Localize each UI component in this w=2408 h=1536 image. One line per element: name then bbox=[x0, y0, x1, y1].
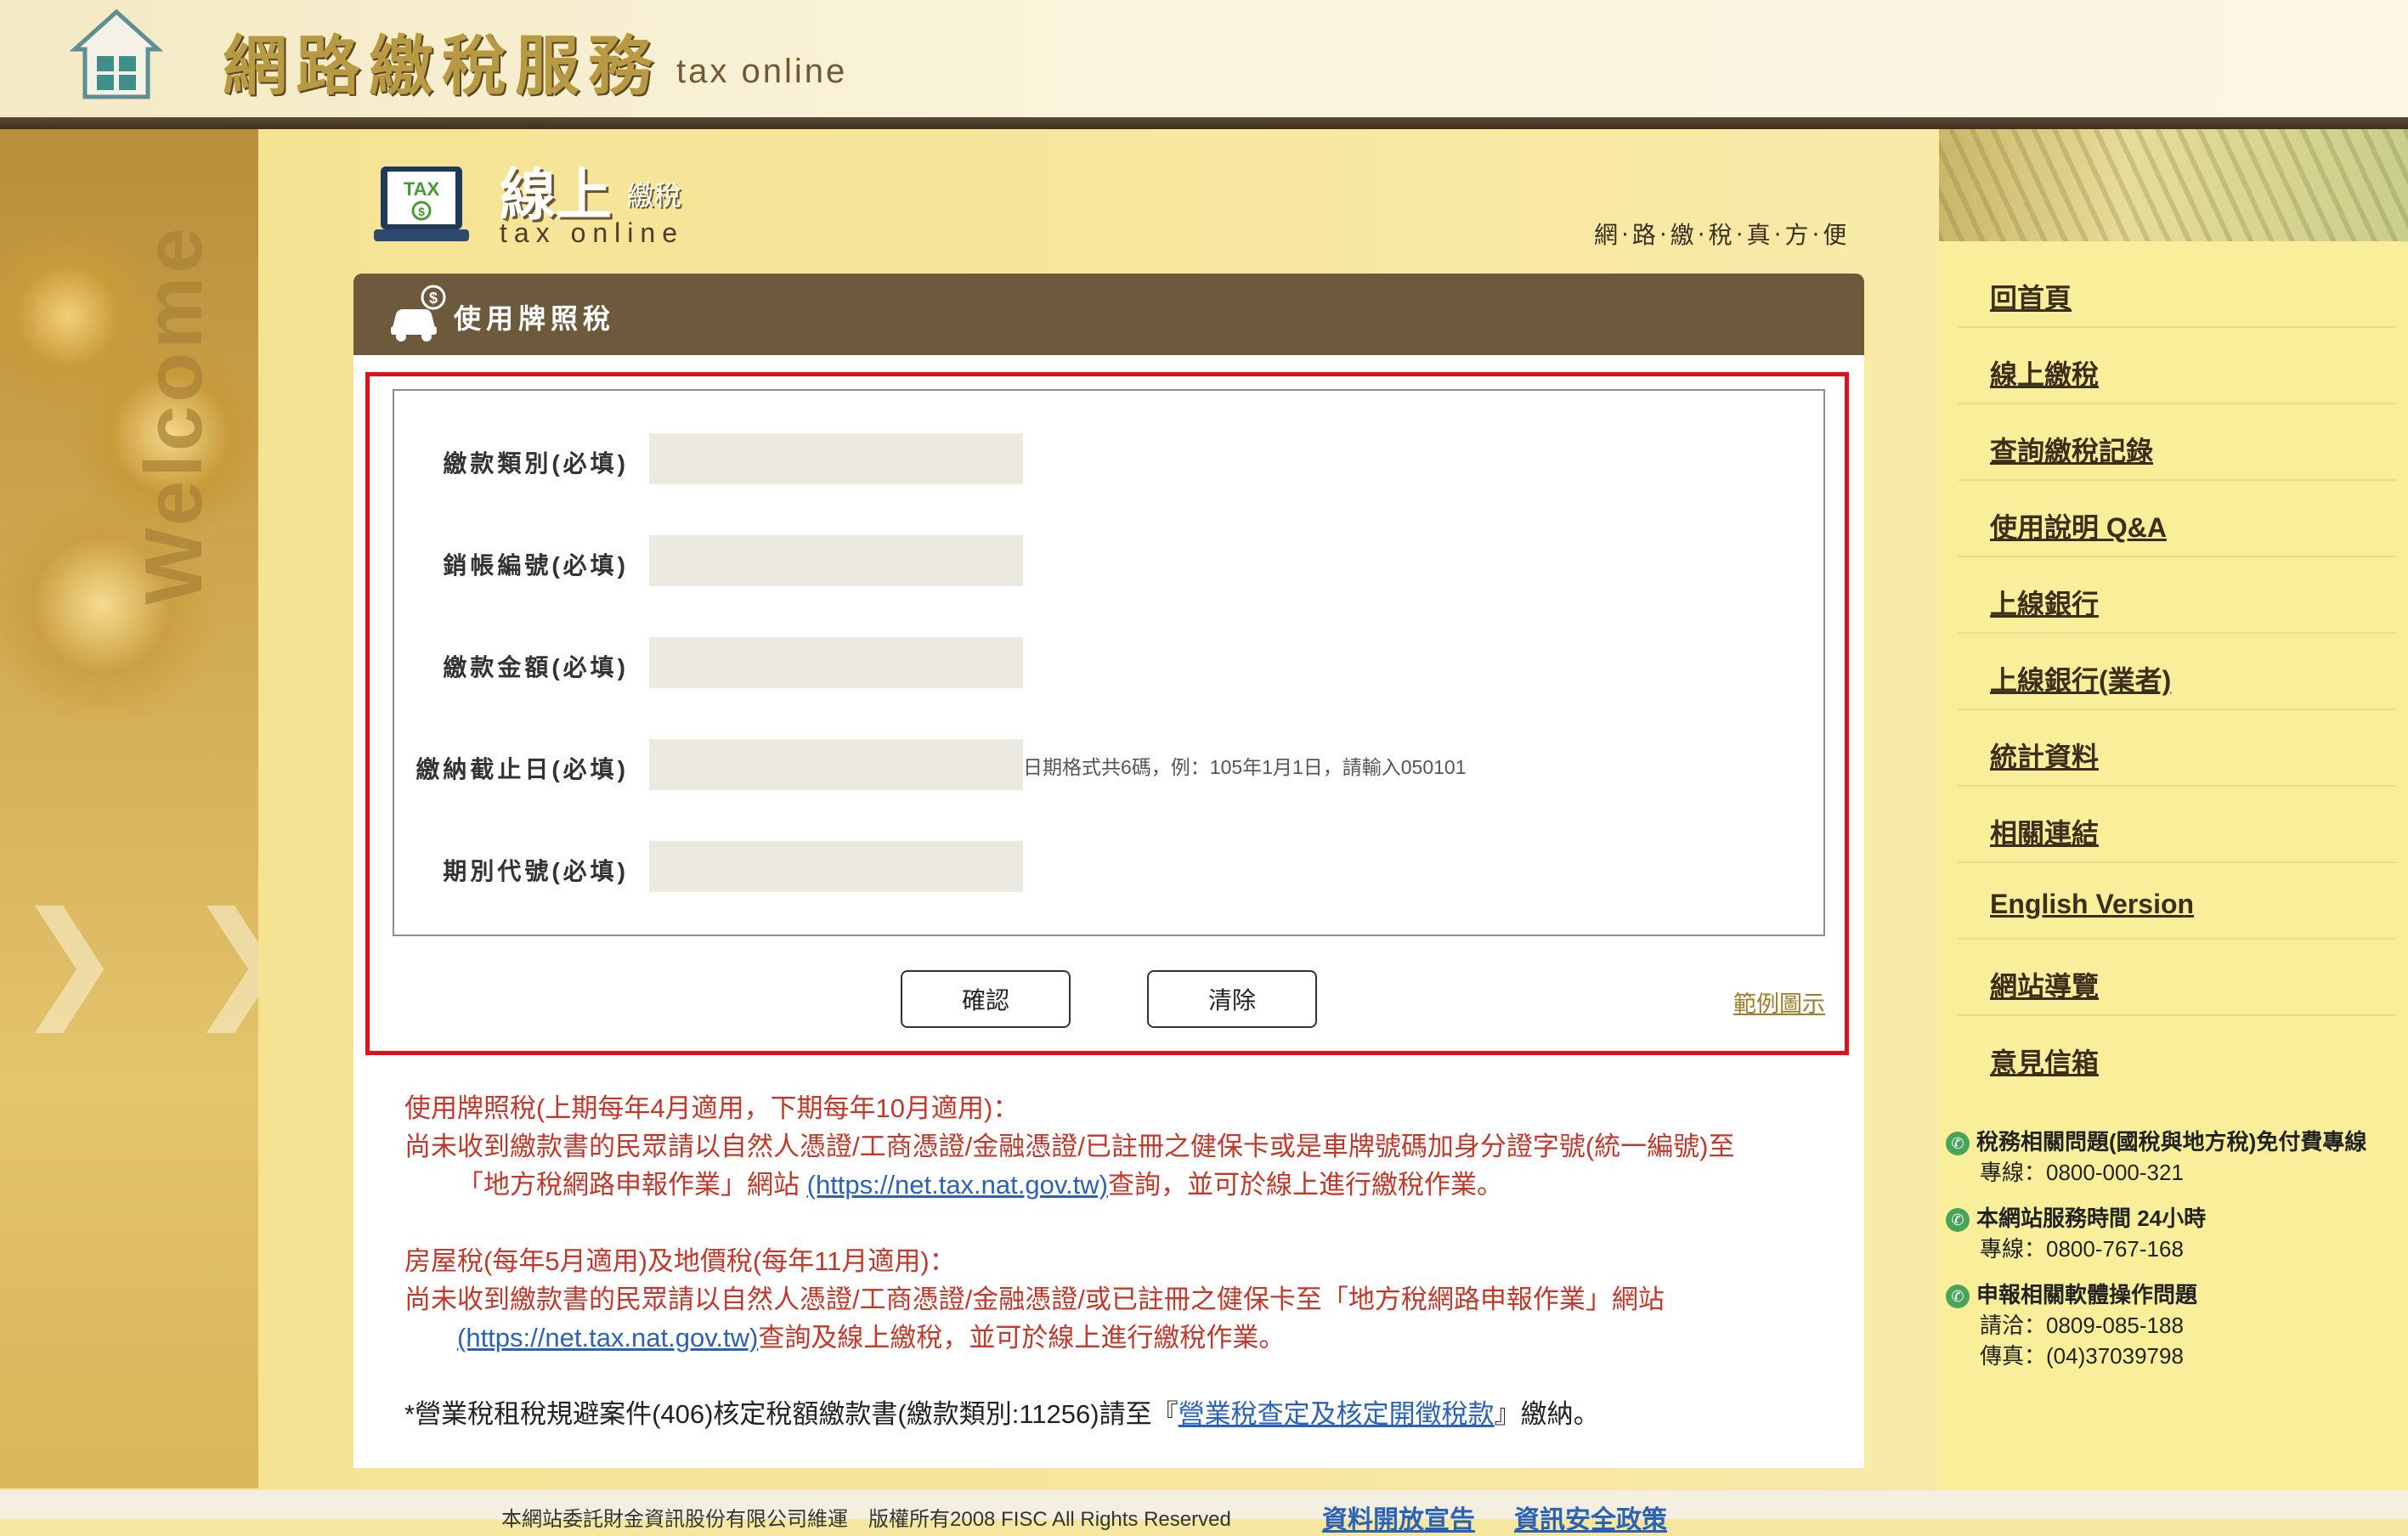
nav-sitemap[interactable]: 網站導覽 bbox=[1958, 940, 2396, 1016]
nav-label[interactable]: English Version bbox=[1990, 889, 2194, 920]
slogan: 網‧路‧繳‧稅‧真‧方‧便 bbox=[1594, 222, 1851, 248]
nav-banks-business[interactable]: 上線銀行(業者) bbox=[1958, 634, 2396, 710]
open-data-link[interactable]: 資料開放宣告 bbox=[1322, 1499, 1475, 1536]
nav-statistics[interactable]: 統計資料 bbox=[1958, 710, 2396, 787]
due-date-hint: 日期格式共6碼，例：105年1月1日，請輸入050101 bbox=[1023, 756, 1467, 778]
nav-feedback[interactable]: 意見信箱 bbox=[1958, 1016, 2396, 1093]
nav-label[interactable]: 統計資料 bbox=[1990, 736, 2099, 775]
contact-service-hours: ✆ 本網站服務時間 24小時 專線：0800-767-168 bbox=[1946, 1203, 2206, 1264]
license-tax-note-text: 「地方稅網路申報作業」網站 bbox=[457, 1170, 807, 1200]
business-tax-note-text: 』繳納。 bbox=[1494, 1399, 1600, 1429]
house-land-tax-note-text: 查詢及線上繳稅，並可於線上進行繳稅作業。 bbox=[758, 1323, 1286, 1352]
license-tax-note-line1: 尚未收到繳款書的民眾請以自然人憑證/工商憑證/金融憑證/已註冊之健保卡或是車牌號… bbox=[404, 1132, 1735, 1161]
brand-subtitle: tax online bbox=[676, 53, 848, 90]
license-tax-note-title: 使用牌照稅(上期每年4月適用，下期每年10月適用)： bbox=[404, 1093, 1020, 1123]
panel-title: 使用牌照稅 bbox=[454, 303, 616, 334]
nav-label[interactable]: 網站導覽 bbox=[1990, 965, 2099, 1004]
field-label-due-date: 繳納截止日(必填) bbox=[415, 756, 629, 782]
svg-text:$: $ bbox=[429, 290, 438, 307]
nav-label[interactable]: 使用說明 Q&A bbox=[1990, 506, 2167, 545]
license-tax-note-text: 查詢，並可於線上進行繳稅作業。 bbox=[1108, 1170, 1503, 1200]
business-tax-note: *營業稅租稅規避案件(406)核定稅額繳款書(繳款類別:11256)請至『營業稅… bbox=[404, 1395, 1600, 1433]
business-tax-note-text: *營業稅租稅規避案件(406)核定稅額繳款書(繳款類別:11256)請至『 bbox=[404, 1399, 1179, 1429]
sidebar-banner bbox=[1939, 129, 2408, 241]
clear-button[interactable]: 清除 bbox=[1147, 970, 1317, 1028]
contact-software-support: ✆ 申報相關軟體操作問題 請洽：0809-085-188 傳真：(04)37039… bbox=[1946, 1279, 2197, 1371]
copyright-text: 本網站委託財金資訊股份有限公司維運 版權所有2008 FISC All Righ… bbox=[501, 1508, 1231, 1531]
left-decoration: Welcome ❯ ❯ bbox=[0, 129, 294, 1488]
home-icon[interactable] bbox=[70, 8, 163, 102]
license-tax-note-line2: 「地方稅網路申報作業」網站 (https://net.tax.nat.gov.t… bbox=[404, 1166, 1734, 1204]
contact-line: 專線：0800-767-168 bbox=[1980, 1236, 2184, 1262]
house-land-tax-note-line1: 尚未收到繳款書的民眾請以自然人憑證/工商憑證/金融憑證/或已註冊之健保卡至「地方… bbox=[404, 1285, 1665, 1314]
nav-label[interactable]: 回首頁 bbox=[1990, 277, 2072, 316]
phone-icon: ✆ bbox=[1946, 1285, 1970, 1309]
house-land-tax-note-title: 房屋稅(每年5月適用)及地價稅(每年11月適用)： bbox=[404, 1246, 956, 1276]
nav-label[interactable]: 查詢繳稅記錄 bbox=[1990, 430, 2153, 469]
nav-label[interactable]: 意見信箱 bbox=[1990, 1042, 2099, 1081]
example-image-link[interactable]: 範例圖示 bbox=[1733, 985, 1825, 1019]
business-tax-link[interactable]: 營業稅查定及核定開徵稅款 bbox=[1179, 1399, 1495, 1429]
tax-site-link[interactable]: (https://net.tax.nat.gov.tw) bbox=[457, 1323, 758, 1352]
nav-faq[interactable]: 使用說明 Q&A bbox=[1958, 481, 2396, 557]
tax-site-link[interactable]: (https://net.tax.nat.gov.tw) bbox=[807, 1170, 1108, 1200]
contact-title: 稅務相關問題(國稅與地方稅)免付費專線 bbox=[1976, 1129, 2367, 1155]
license-tax-note: 使用牌照稅(上期每年4月適用，下期每年10月適用)： 尚未收到繳款書的民眾請以自… bbox=[404, 1089, 1734, 1204]
security-policy-link[interactable]: 資訊安全政策 bbox=[1514, 1499, 1667, 1536]
contact-tax-hotline: ✆ 稅務相關問題(國稅與地方稅)免付費專線 專線：0800-000-321 bbox=[1946, 1127, 2366, 1188]
svg-text:$: $ bbox=[418, 205, 425, 218]
amount-input[interactable] bbox=[649, 637, 1023, 688]
site-header: 網路繳稅服務 tax online bbox=[0, 0, 2408, 117]
car-tax-icon: $ bbox=[391, 285, 446, 342]
panel-header: $ 使用牌照稅 bbox=[353, 274, 1864, 355]
brand-title: 網路繳稅服務 bbox=[223, 28, 661, 104]
section-subtitle: tax online bbox=[500, 217, 684, 248]
house-land-tax-note: 房屋稅(每年5月適用)及地價稅(每年11月適用)： 尚未收到繳款書的民眾請以自然… bbox=[404, 1242, 1665, 1357]
nav-online-tax[interactable]: 線上繳稅 bbox=[1958, 328, 2396, 404]
welcome-text: Welcome bbox=[128, 224, 219, 605]
section-title-small: 繳稅 bbox=[627, 180, 682, 211]
period-code-input[interactable] bbox=[649, 841, 1023, 892]
payment-type-input[interactable] bbox=[649, 433, 1023, 484]
arrow-right-icon: ❯ bbox=[15, 887, 122, 1030]
contact-line: 請洽：0809-085-188 bbox=[1980, 1313, 2184, 1338]
house-land-tax-note-line2: (https://net.tax.nat.gov.tw)查詢及線上繳稅，並可於線… bbox=[404, 1319, 1665, 1357]
account-number-input[interactable] bbox=[649, 535, 1023, 586]
field-label-amount: 繳款金額(必填) bbox=[443, 654, 629, 680]
due-date-input[interactable] bbox=[649, 739, 1023, 790]
nav-label[interactable]: 上線銀行(業者) bbox=[1990, 659, 2171, 698]
field-label-account-number: 銷帳編號(必填) bbox=[443, 552, 629, 579]
nav-label[interactable]: 上線銀行 bbox=[1990, 583, 2099, 622]
contact-title: 申報相關軟體操作問題 bbox=[1976, 1282, 2198, 1307]
contact-line: 專線：0800-000-321 bbox=[1980, 1160, 2184, 1185]
field-label-payment-type: 繳款類別(必填) bbox=[443, 450, 629, 477]
nav-related-links[interactable]: 相關連結 bbox=[1958, 787, 2396, 863]
confirm-button[interactable]: 確認 bbox=[901, 970, 1071, 1028]
phone-icon: ✆ bbox=[1946, 1208, 1970, 1233]
nav-label[interactable]: 相關連結 bbox=[1990, 812, 2099, 851]
nav-banks[interactable]: 上線銀行 bbox=[1958, 557, 2396, 634]
field-label-period-code: 期別代號(必填) bbox=[443, 858, 629, 884]
nav-home[interactable]: 回首頁 bbox=[1958, 251, 2396, 328]
nav-tax-records[interactable]: 查詢繳稅記錄 bbox=[1958, 404, 2396, 481]
header-divider bbox=[0, 117, 2408, 129]
contact-title: 本網站服務時間 24小時 bbox=[1976, 1206, 2207, 1231]
contact-line: 傳真：(04)37039798 bbox=[1980, 1343, 2184, 1369]
svg-text:TAX: TAX bbox=[404, 178, 440, 200]
phone-icon: ✆ bbox=[1946, 1132, 1970, 1156]
tax-laptop-icon: TAX $ bbox=[374, 167, 469, 241]
nav-label[interactable]: 線上繳稅 bbox=[1990, 353, 2099, 392]
footer: 本網站委託財金資訊股份有限公司維運 版權所有2008 FISC All Righ… bbox=[0, 1490, 2408, 1534]
nav-english[interactable]: English Version bbox=[1958, 863, 2396, 940]
